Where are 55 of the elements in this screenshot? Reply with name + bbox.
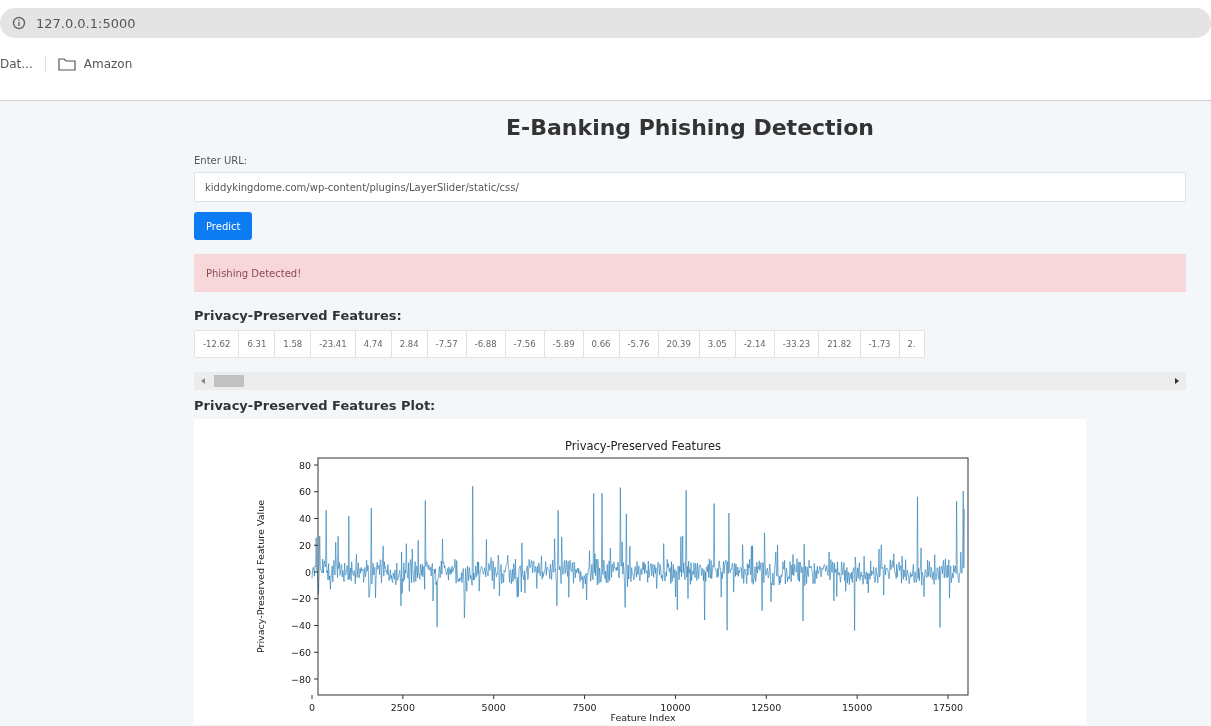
y-tick-label: 0: [304, 566, 311, 578]
scrollbar-thumb[interactable]: [214, 375, 244, 387]
table-cell: -5.89: [544, 330, 584, 358]
y-axis-label: Privacy-Preserved Feature Value: [255, 500, 266, 653]
x-tick-label: 7500: [572, 702, 597, 713]
table-cell: -7.56: [505, 330, 545, 358]
table-cell: -23.41: [310, 330, 356, 358]
table-cell: -6.88: [466, 330, 506, 358]
x-tick-label: 0: [309, 702, 315, 713]
table-cell: 2.84: [391, 330, 428, 358]
table-cell: 0.66: [583, 330, 619, 358]
x-tick-label: 12500: [751, 702, 782, 713]
table-cell: -7.57: [427, 330, 467, 358]
bookmark[interactable]: Dat...: [0, 57, 33, 71]
table-cell: -1.73: [860, 330, 900, 358]
section-heading: Privacy-Preserved Features:: [194, 308, 402, 323]
y-tick-label: 20: [298, 539, 311, 551]
y-tick-label: 80: [298, 459, 311, 471]
x-tick-label: 10000: [660, 702, 691, 713]
address-text[interactable]: 127.0.0.1:5000: [36, 15, 136, 31]
table-cell: 3.05: [699, 330, 736, 358]
y-tick-label: −20: [290, 593, 311, 605]
x-tick-label: 17500: [932, 702, 964, 713]
y-tick-label: −40: [290, 620, 311, 631]
alert-banner: Phishing Detected!: [194, 254, 1186, 292]
table-cell: 20.39: [658, 330, 700, 358]
scrollbar[interactable]: [194, 372, 1186, 390]
field-label: Enter URL:: [194, 155, 248, 166]
table-cell: 1.58: [274, 330, 311, 358]
y-tick-label: −80: [290, 673, 311, 685]
page-title: E-Banking Phishing Detection: [506, 115, 874, 140]
x-tick-label: 5000: [481, 702, 506, 713]
table-cell: -2.14: [735, 330, 775, 358]
info-icon[interactable]: [12, 16, 26, 30]
table-cell: 2.: [899, 330, 925, 358]
folder-icon: [57, 57, 76, 71]
table-cell: -5.76: [619, 330, 658, 358]
y-tick-label: 60: [298, 486, 311, 498]
x-tick-label: 15000: [842, 702, 873, 713]
table-cell: 4.74: [355, 330, 392, 358]
predict-button[interactable]: Predict: [194, 212, 253, 240]
y-tick-label: −60: [290, 646, 311, 658]
table-cell: -33.23: [774, 330, 819, 358]
bookmark[interactable]: Amazon: [83, 57, 133, 71]
url-field[interactable]: kiddykingdome.com/wp-content/plugins/LayerSlider/static/css/: [194, 172, 1186, 202]
left-arrow-icon[interactable]: [200, 378, 206, 384]
x-tick-label: 2500: [390, 702, 415, 713]
table-cell: 21.82: [818, 330, 861, 358]
chart-title: Privacy-Preserved Features: [565, 439, 721, 453]
table-cell: 6.31: [238, 330, 275, 358]
section-heading: Privacy-Preserved Features Plot:: [194, 398, 436, 413]
y-tick-label: 40: [298, 513, 311, 524]
right-arrow-icon[interactable]: [1174, 378, 1180, 384]
table-cell: -12.62: [194, 330, 239, 358]
x-axis-label: Feature Index: [610, 712, 676, 723]
